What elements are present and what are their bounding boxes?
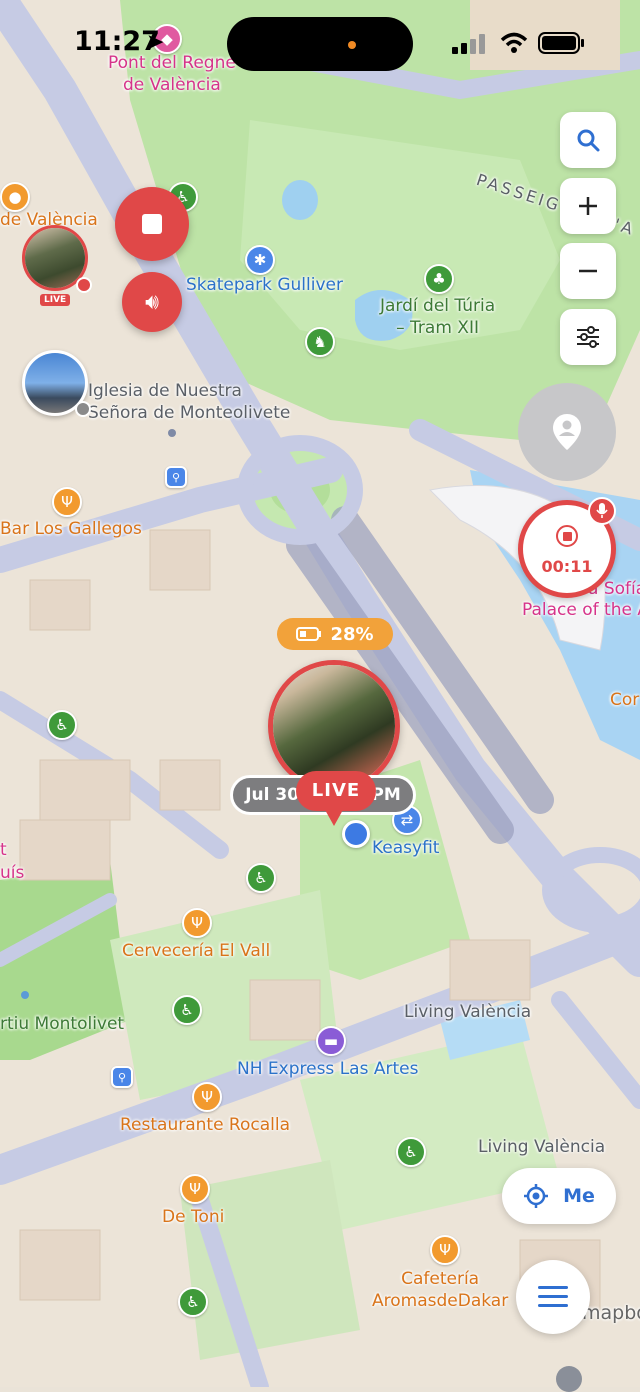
- minus-icon: [579, 269, 597, 273]
- person-pin-button[interactable]: [518, 383, 616, 481]
- map-label-keasyfit: Keasyfit: [372, 838, 440, 858]
- trash-poi-icon: [556, 1366, 582, 1392]
- friend-status-dot: [76, 277, 92, 293]
- microphone-badge: [588, 497, 616, 525]
- map-label-left-t: t: [0, 840, 7, 860]
- park-poi-icon[interactable]: ♿: [178, 1287, 208, 1317]
- filters-button[interactable]: [560, 309, 616, 365]
- battery-pill: 28%: [277, 618, 393, 650]
- status-bar: 11:27 ➤: [0, 0, 640, 90]
- zoom-in-button[interactable]: [560, 178, 616, 234]
- park-poi-icon[interactable]: ♿: [47, 710, 77, 740]
- mapbox-attribution[interactable]: mapbox: [582, 1302, 640, 1324]
- tree-poi-icon[interactable]: ♣: [424, 264, 454, 294]
- battery-percentage: 28%: [330, 623, 374, 645]
- restaurant-poi-icon[interactable]: Ψ: [182, 908, 212, 938]
- map-label-bar: Bar Los Gallegos: [0, 519, 142, 539]
- user-avatar-photo: [273, 665, 395, 787]
- battery-icon: [538, 32, 584, 54]
- friend-live-badge: LIVE: [40, 294, 71, 306]
- park-poi-icon[interactable]: ♿: [172, 995, 202, 1025]
- location-arrow-icon: ➤: [146, 30, 165, 55]
- wifi-icon: [500, 32, 528, 53]
- sliders-icon: [577, 326, 599, 348]
- school-poi-icon[interactable]: ●: [0, 182, 30, 212]
- hotel-poi-icon[interactable]: ▬: [316, 1026, 346, 1056]
- speaker-icon: 🔊︎: [145, 289, 159, 315]
- main-menu-button[interactable]: [516, 1260, 590, 1334]
- user-location-dot: [342, 820, 370, 848]
- map-label-iglesia: Iglesia de Nuestra Señora de Monteolivet…: [88, 381, 291, 423]
- recording-indicator-dot: [348, 41, 356, 49]
- map-label-montolivet: rtiu Montolivet: [0, 1014, 125, 1034]
- cellular-signal-icon: [452, 34, 485, 54]
- plus-icon: [579, 197, 597, 215]
- person-pin-icon: [553, 414, 581, 450]
- me-label: Me: [563, 1185, 595, 1207]
- dynamic-island: [227, 17, 413, 71]
- map-label-living-2: Living València: [478, 1137, 606, 1157]
- restaurant-poi-icon[interactable]: Ψ: [180, 1174, 210, 1204]
- map-label-cerveceria: Cervecería El Vall: [122, 941, 271, 961]
- map-label-skatepark: Skatepark Gulliver: [186, 275, 343, 295]
- friend-offline-dot: [75, 401, 91, 417]
- bike-poi-icon[interactable]: ⚲: [111, 1066, 133, 1088]
- speaker-button[interactable]: 🔊︎: [122, 272, 182, 332]
- stop-icon: [142, 214, 162, 234]
- bike-poi-icon[interactable]: ⚲: [165, 466, 187, 488]
- map-dot: [168, 429, 176, 437]
- hamburger-menu-icon: [538, 1286, 568, 1307]
- restaurant-poi-icon[interactable]: Ψ: [192, 1082, 222, 1112]
- map-label-left-luis: uís: [0, 863, 25, 883]
- map-label-detoni: De Toni: [162, 1207, 225, 1227]
- park-poi-icon[interactable]: ♿: [396, 1137, 426, 1167]
- dog-park-poi-icon[interactable]: ♞: [305, 327, 335, 357]
- map-label-cor: Cor: [610, 690, 640, 710]
- skatepark-poi-icon[interactable]: ✱: [245, 245, 275, 275]
- me-locate-button[interactable]: Me: [502, 1168, 616, 1224]
- marker-pointer: [324, 808, 344, 826]
- crosshair-icon: [524, 1184, 549, 1208]
- stop-sharing-button[interactable]: [115, 187, 189, 261]
- park-poi-icon[interactable]: ♿: [246, 863, 276, 893]
- recording-elapsed: 00:11: [541, 557, 593, 576]
- map-label-cafeteria: Cafetería AromasdeDakar: [372, 1269, 509, 1311]
- map-label-living-1: Living València: [404, 1002, 532, 1022]
- stop-icon: [556, 525, 578, 547]
- battery-low-icon: [296, 627, 322, 641]
- map-label-jardi: Jardí del Túria – Tram XII: [380, 296, 496, 338]
- map-label-palace: Palace of the A: [522, 600, 640, 620]
- search-button[interactable]: [560, 112, 616, 168]
- map-label-nh: NH Express Las Artes: [237, 1059, 419, 1079]
- map-label-restaurante: Restaurante Rocalla: [120, 1115, 291, 1135]
- microphone-icon: [596, 503, 608, 518]
- search-icon: [577, 129, 600, 152]
- restaurant-poi-icon[interactable]: Ψ: [52, 487, 82, 517]
- restaurant-poi-icon[interactable]: Ψ: [430, 1235, 460, 1265]
- user-live-badge: LIVE: [296, 771, 376, 811]
- map-dot: [21, 991, 29, 999]
- zoom-out-button[interactable]: [560, 243, 616, 299]
- friend-avatar-photo: [25, 228, 85, 288]
